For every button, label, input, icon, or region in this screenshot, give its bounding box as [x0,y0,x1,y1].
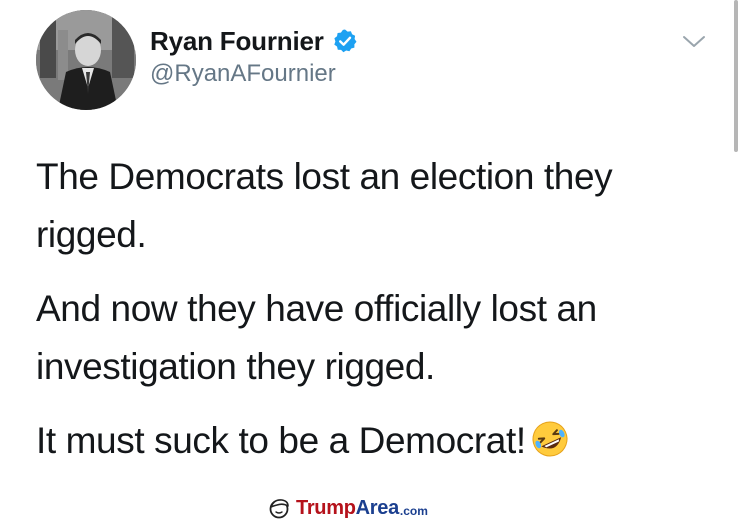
tweet-text: The Democrats lost an election they rigg… [36,148,696,486]
tweet-paragraph: The Democrats lost an election they rigg… [36,156,613,255]
watermark-brand-trump: Trump [296,496,356,519]
trump-hair-icon [268,497,290,519]
watermark-brand-area: Area [355,496,400,519]
watermark: Trump Area .com [262,494,434,522]
watermark-brand-suffix: .com [399,504,428,518]
verified-badge-icon [332,28,358,54]
chevron-down-icon[interactable] [682,34,706,50]
rolling-on-floor-laughing-emoji [530,418,570,458]
author-display-name[interactable]: Ryan Fournier [150,26,324,57]
tweet-paragraph: It must suck to be a Democrat! [36,412,696,470]
tweet-paragraph-text: And now they have officially lost an inv… [36,288,597,387]
author-name-row[interactable]: Ryan Fournier [150,24,358,58]
tweet-paragraph: And now they have officially lost an inv… [36,280,696,396]
profile-photo [36,10,136,110]
author-handle[interactable]: @RyanAFournier [150,60,336,88]
avatar[interactable] [36,10,136,110]
tweet-paragraph-text: It must suck to be a Democrat! [36,420,526,461]
scrollbar[interactable] [734,0,738,152]
